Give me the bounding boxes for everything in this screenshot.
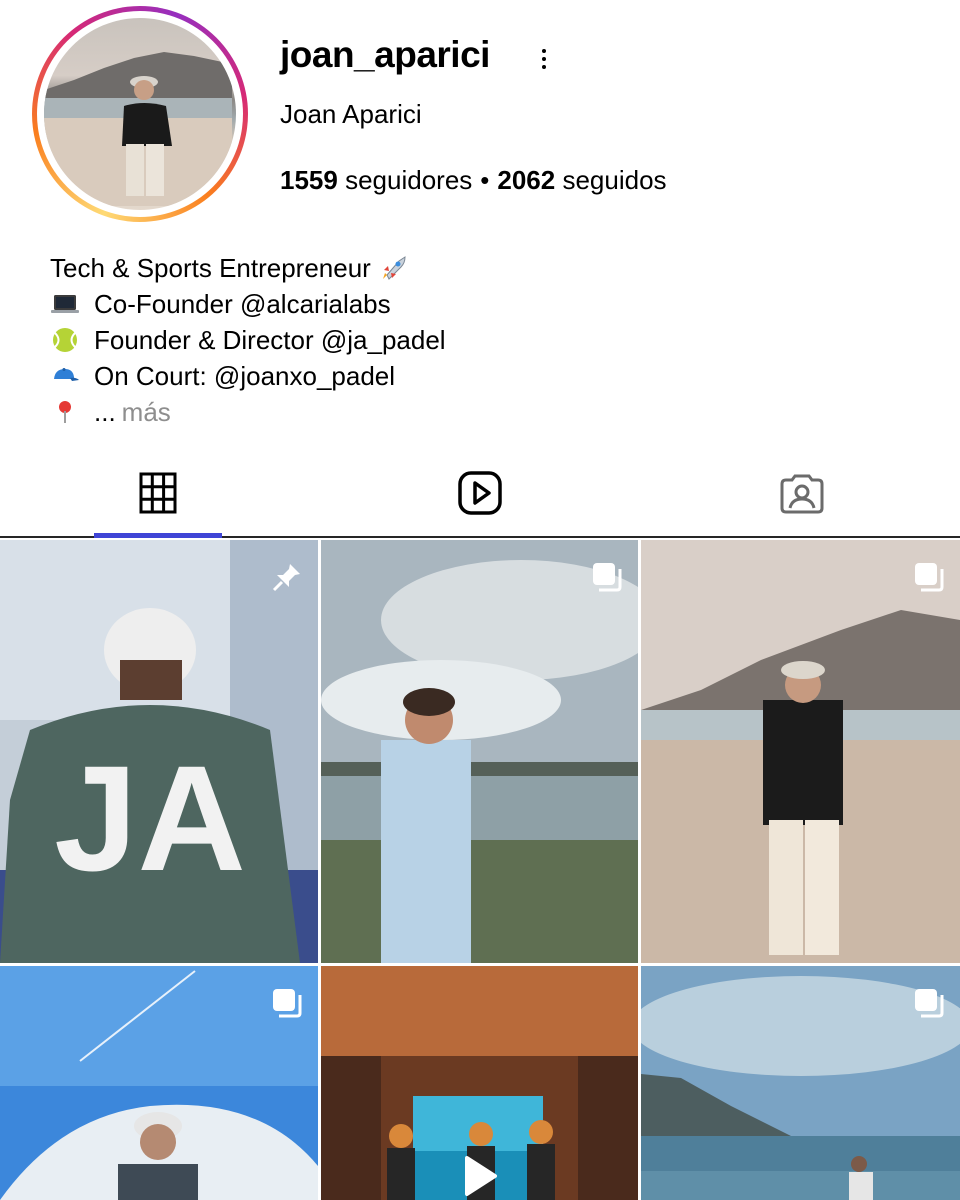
following-label: seguidos [562,165,667,195]
carousel-icon [915,989,944,1018]
tagged-icon [780,474,824,514]
location-pin-icon [50,397,80,427]
carousel-icon [915,563,944,592]
pin-icon [272,564,300,592]
post-tile[interactable] [641,966,960,1200]
avatar-frame [37,11,243,217]
profile-tabs [0,450,960,538]
grid-icon [139,472,177,514]
followers-link[interactable]: 1559 seguidores [280,165,472,195]
stats-separator: • [480,165,490,195]
avatar[interactable] [44,18,236,210]
profile-stats: 1559 seguidores • 2062 seguidos [280,165,667,196]
profile-username: joan_aparici [280,34,490,75]
bio-line: Co-Founder @alcarialabs [50,286,446,322]
bio-line: Tech & Sports Entrepreneur [50,250,446,286]
post-image [321,540,638,963]
post-image: JA [0,540,318,963]
three-dots-vertical-icon[interactable] [530,44,558,74]
profile-full-name: Joan Aparici [280,99,422,129]
bio-line-text: Founder & Director @ja_padel [94,325,446,355]
bio-line-text: On Court: @joanxo_padel [94,361,396,391]
rocket-icon [379,253,409,283]
post-tile[interactable] [321,540,638,963]
bio-line: ... más [50,394,446,430]
post-tile[interactable] [0,966,318,1200]
followers-label: seguidores [345,165,473,195]
cap-icon [50,361,80,391]
tab-reels[interactable] [416,450,544,536]
svg-text:JA: JA [54,734,246,902]
tennis-ball-icon [50,325,80,355]
tab-tagged[interactable] [738,450,866,536]
bio-ellipsis: ... [94,397,116,427]
bio-line-text: Co-Founder @alcarialabs [94,289,391,319]
followers-count: 1559 [280,165,338,195]
profile-bio: Tech & Sports Entrepreneur Co-Founder @a… [50,250,446,430]
carousel-icon [273,989,302,1018]
laptop-icon [50,289,80,319]
bio-line: Founder & Director @ja_padel [50,322,446,358]
post-tile[interactable]: JA [0,540,318,963]
play-icon [465,1156,497,1196]
post-tile[interactable] [321,966,638,1200]
following-count: 2062 [497,165,556,195]
reels-icon [458,471,502,515]
tab-posts[interactable] [94,450,222,538]
bio-more-link[interactable]: más [122,394,171,430]
carousel-icon [593,563,622,592]
bio-line-text: Tech & Sports Entrepreneur [50,253,371,283]
post-image [641,540,960,963]
following-link[interactable]: 2062 seguidos [497,165,666,195]
post-tile[interactable] [641,540,960,963]
avatar-photo [44,52,232,206]
profile-avatar-ring[interactable] [32,6,248,222]
bio-line: On Court: @joanxo_padel [50,358,446,394]
